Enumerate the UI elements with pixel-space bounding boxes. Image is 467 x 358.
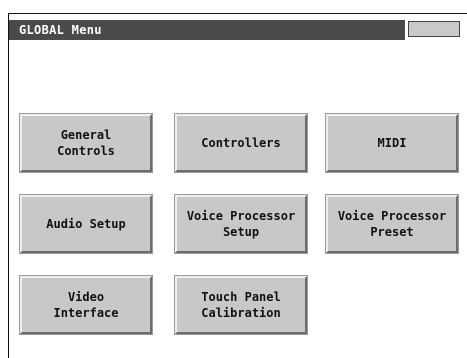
voice-processor-preset-label: Voice Processor Preset <box>337 209 447 239</box>
title-bar: GLOBAL Menu <box>9 20 405 40</box>
audio-setup-label: Audio Setup <box>46 217 126 231</box>
video-interface-button[interactable]: Video Interface <box>19 275 153 335</box>
controllers-label: Controllers <box>201 136 281 150</box>
midi-label: MIDI <box>377 136 407 150</box>
touch-panel-calibration-label: Touch Panel Calibration <box>201 290 281 320</box>
audio-setup-button[interactable]: Audio Setup <box>19 194 153 254</box>
voice-processor-setup-button[interactable]: Voice Processor Setup <box>174 194 308 254</box>
page-title: GLOBAL Menu <box>19 23 102 37</box>
midi-button[interactable]: MIDI <box>325 113 459 173</box>
general-controls-label: General Controls <box>57 128 115 158</box>
global-menu-screen: GLOBAL Menu General Controls Controllers… <box>0 0 467 358</box>
voice-processor-setup-label: Voice Processor Setup <box>186 209 296 239</box>
frame-left-border <box>8 13 9 358</box>
frame-top-border <box>8 13 467 14</box>
voice-processor-preset-button[interactable]: Voice Processor Preset <box>325 194 459 254</box>
controllers-button[interactable]: Controllers <box>174 113 308 173</box>
touch-panel-calibration-button[interactable]: Touch Panel Calibration <box>174 275 308 335</box>
title-bar-indicator-box <box>408 21 460 37</box>
video-interface-label: Video Interface <box>53 290 119 320</box>
general-controls-button[interactable]: General Controls <box>19 113 153 173</box>
